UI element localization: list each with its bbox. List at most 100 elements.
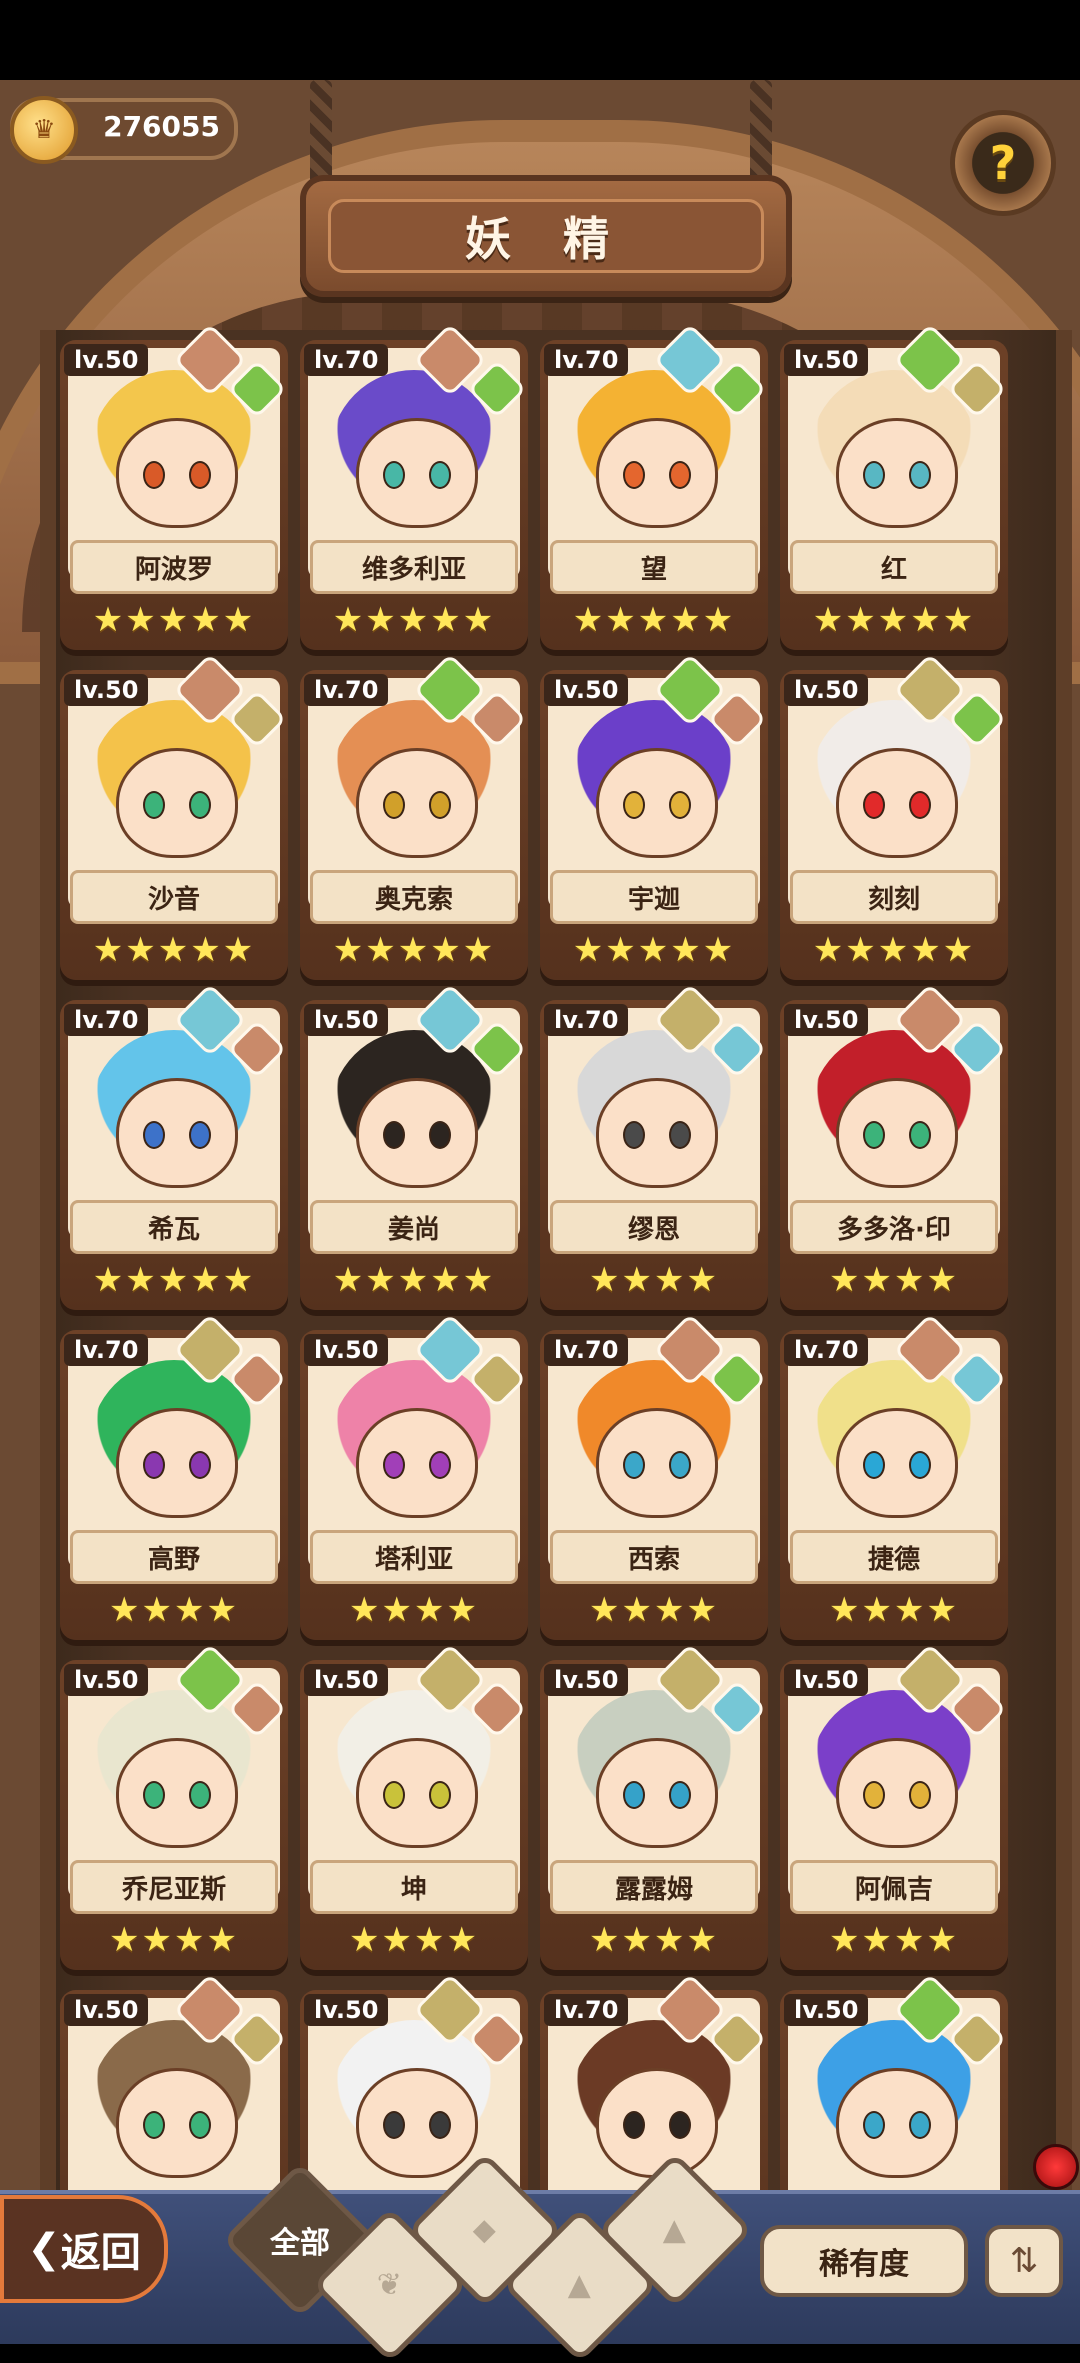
level-badge: lv.70	[64, 1334, 149, 1366]
level-badge: lv.70	[784, 1334, 869, 1366]
level-badge: lv.50	[64, 1664, 149, 1696]
fairy-face	[596, 1408, 718, 1518]
fairy-name: 奥克索	[310, 870, 518, 924]
fairy-card[interactable]: lv.70 捷德 ★★★★	[780, 1313, 1008, 1640]
fairy-card[interactable]: lv.50 阿佩吉 ★★★★	[780, 1643, 1008, 1970]
eye-right	[189, 1121, 211, 1149]
mountain-icon: ▲	[663, 2212, 687, 2248]
fairy-name: 刻刻	[790, 870, 998, 924]
back-button[interactable]: ❮ 返回	[0, 2195, 168, 2303]
eye-left	[143, 461, 165, 489]
eye-left	[623, 2111, 645, 2139]
eye-left	[383, 1121, 405, 1149]
fairy-face	[116, 418, 238, 528]
fairy-card[interactable]: lv.50 坤 ★★★★	[300, 1643, 528, 1970]
fairy-card[interactable]: lv.50 沙音 ★★★★★	[60, 653, 288, 980]
eye-right	[669, 2111, 691, 2139]
level-badge: lv.50	[784, 344, 869, 376]
eye-right	[909, 1451, 931, 1479]
star-rating: ★★★★	[589, 1590, 719, 1630]
fairy-face	[356, 1738, 478, 1848]
eye-right	[909, 2111, 931, 2139]
fairy-name: 捷德	[790, 1530, 998, 1584]
fairy-card[interactable]: lv.70 奥克索 ★★★★★	[300, 653, 528, 980]
level-badge: lv.50	[784, 1994, 869, 2026]
eye-right	[189, 461, 211, 489]
fairy-card[interactable]: lv.70 望 ★★★★★	[540, 323, 768, 650]
ladybug-icon[interactable]	[1033, 2144, 1079, 2190]
eye-right	[189, 2111, 211, 2139]
level-badge: lv.50	[64, 674, 149, 706]
level-badge: lv.50	[64, 1994, 149, 2026]
eye-left	[863, 461, 885, 489]
fairy-face	[836, 748, 958, 858]
fairy-card[interactable]: lv.50 姜尚 ★★★★★	[300, 983, 528, 1310]
fairy-card[interactable]: lv.50 红 ★★★★★	[780, 323, 1008, 650]
fairy-face	[596, 1738, 718, 1848]
currency-display: ♛ 276055	[10, 96, 238, 164]
eye-right	[909, 461, 931, 489]
fairy-name: 阿波罗	[70, 540, 278, 594]
level-badge: lv.50	[64, 344, 149, 376]
fairy-card[interactable]: lv.70 希瓦 ★★★★★	[60, 983, 288, 1310]
sort-order-button[interactable]: ⇅	[985, 2225, 1063, 2297]
star-rating: ★★★★	[589, 1260, 719, 1300]
fairy-name: 红	[790, 540, 998, 594]
fairy-face	[836, 1408, 958, 1518]
eye-left	[143, 1451, 165, 1479]
fairy-card[interactable]: lv.50 阿波罗 ★★★★★	[60, 323, 288, 650]
star-rating: ★★★★★	[332, 1260, 496, 1300]
fairy-face	[836, 418, 958, 528]
help-button[interactable]: ?	[950, 110, 1056, 216]
fairy-card[interactable]: lv.70 西索 ★★★★	[540, 1313, 768, 1640]
star-rating: ★★★★	[349, 1590, 479, 1630]
star-rating: ★★★★★	[332, 930, 496, 970]
eye-left	[623, 461, 645, 489]
fairy-name: 宇迦	[550, 870, 758, 924]
eye-right	[669, 1121, 691, 1149]
eye-right	[909, 791, 931, 819]
rarity-sort-button[interactable]: 稀有度	[760, 2225, 968, 2297]
fairy-card[interactable]: lv.50 宇迦 ★★★★★	[540, 653, 768, 980]
back-arrow-icon: ❮	[27, 2226, 61, 2272]
fairy-card[interactable]: lv.50 乔尼亚斯 ★★★★	[60, 1643, 288, 1970]
rope-right	[750, 80, 772, 190]
level-badge: lv.50	[304, 1334, 389, 1366]
fairy-name: 维多利亚	[310, 540, 518, 594]
back-label: 返回	[60, 2230, 141, 2276]
eye-right	[429, 1121, 451, 1149]
fairy-card[interactable]: lv.50 多多洛·印 ★★★★	[780, 983, 1008, 1310]
eye-left	[623, 1451, 645, 1479]
fairy-face	[356, 1408, 478, 1518]
page-title: 妖 精	[328, 199, 764, 273]
eye-left	[383, 2111, 405, 2139]
fairy-face	[836, 1738, 958, 1848]
fairy-face	[356, 748, 478, 858]
fairy-face	[596, 2068, 718, 2178]
star-rating: ★★★★★	[812, 600, 976, 640]
fairy-name: 坤	[310, 1860, 518, 1914]
level-badge: lv.50	[784, 674, 869, 706]
fairy-card[interactable]: lv.50 露露姆 ★★★★	[540, 1643, 768, 1970]
rope-left	[310, 80, 332, 190]
eye-right	[189, 1451, 211, 1479]
eye-left	[863, 2111, 885, 2139]
title-board: 妖 精	[300, 175, 792, 297]
star-rating: ★★★★★	[572, 600, 736, 640]
eye-left	[143, 791, 165, 819]
fairy-card[interactable]: lv.50 塔利亚 ★★★★	[300, 1313, 528, 1640]
eye-right	[909, 1781, 931, 1809]
fairy-name: 缪恩	[550, 1200, 758, 1254]
fairy-name: 露露姆	[550, 1860, 758, 1914]
crown-coin-icon: ♛	[10, 96, 78, 164]
level-badge: lv.50	[304, 1664, 389, 1696]
fairy-name: 高野	[70, 1530, 278, 1584]
fairy-card[interactable]: lv.70 缪恩 ★★★★	[540, 983, 768, 1310]
star-rating: ★★★★★	[92, 600, 256, 640]
fairy-card[interactable]: lv.70 高野 ★★★★	[60, 1313, 288, 1640]
fairy-face	[836, 2068, 958, 2178]
fairy-card[interactable]: lv.70 维多利亚 ★★★★★	[300, 323, 528, 650]
eye-left	[863, 1121, 885, 1149]
question-icon: ?	[989, 136, 1017, 190]
fairy-card[interactable]: lv.50 刻刻 ★★★★★	[780, 653, 1008, 980]
